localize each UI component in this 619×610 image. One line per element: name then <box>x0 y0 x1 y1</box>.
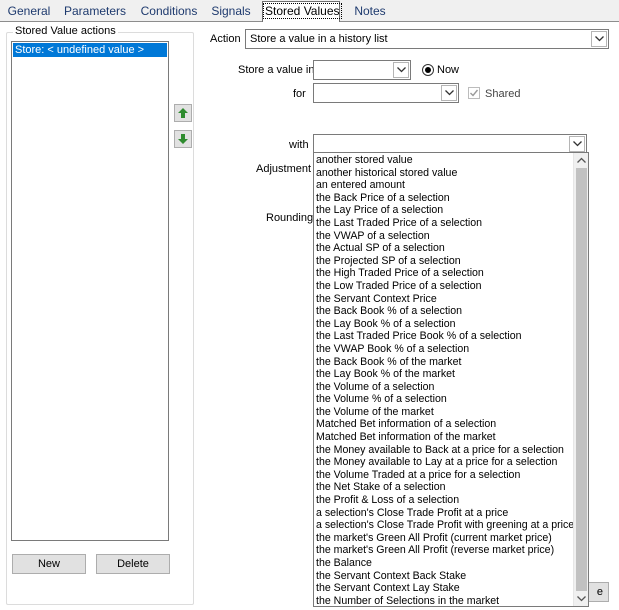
dropdown-option[interactable]: another stored value <box>315 154 574 167</box>
dropdown-option[interactable]: the Lay Book % of a selection <box>315 318 574 331</box>
dropdown-option[interactable]: the Back Book % of the market <box>315 356 574 369</box>
tab-conditions[interactable]: Conditions <box>137 3 201 21</box>
dropdown-option[interactable]: a selection's Close Trade Profit with gr… <box>315 519 574 532</box>
for-label: for <box>293 88 306 100</box>
shared-label: Shared <box>485 88 521 100</box>
stored-value-actions-list[interactable]: Store: < undefined value > <box>11 41 169 541</box>
tab-stored-values[interactable]: Stored Values <box>262 1 342 22</box>
with-options-dropdown[interactable]: another stored value another historical s… <box>313 152 589 607</box>
dropdown-option[interactable]: the Money available to Back at a price f… <box>315 444 574 457</box>
dropdown-option[interactable]: the Lay Book % of the market <box>315 368 574 381</box>
dropdown-option[interactable]: an entered amount <box>315 179 574 192</box>
dropdown-option[interactable]: the Low Traded Price of a selection <box>315 280 574 293</box>
adjustment-label: Adjustment <box>256 163 312 175</box>
arrow-down-icon <box>178 134 188 144</box>
rounding-label: Rounding <box>266 212 314 224</box>
dropdown-option[interactable]: the market's Green All Profit (current m… <box>315 532 574 545</box>
dropdown-option[interactable]: the Volume Traded at a price for a selec… <box>315 469 574 482</box>
dropdown-option[interactable]: the Lay Price of a selection <box>315 204 574 217</box>
dropdown-scrollbar[interactable] <box>573 153 588 606</box>
dropdown-option[interactable]: the market's Green All Profit (reverse m… <box>315 544 574 557</box>
scroll-down-icon[interactable] <box>577 594 586 603</box>
group-title: Stored Value actions <box>13 25 118 37</box>
tab-general[interactable]: General <box>3 3 55 21</box>
dropdown-option[interactable]: the Servant Context Back Stake <box>315 570 574 583</box>
chevron-down-icon[interactable] <box>569 136 585 152</box>
now-radio[interactable] <box>422 64 434 76</box>
now-label: Now <box>437 64 460 76</box>
chevron-down-icon[interactable] <box>441 85 457 101</box>
dropdown-option[interactable]: the Volume % of a selection <box>315 393 574 406</box>
move-down-button[interactable] <box>174 130 192 148</box>
dropdown-option[interactable]: the Volume of the market <box>315 406 574 419</box>
dropdown-option[interactable]: the Volume of a selection <box>315 381 574 394</box>
arrow-up-icon <box>178 108 188 118</box>
dropdown-option[interactable]: the Back Book % of a selection <box>315 305 574 318</box>
chevron-down-icon[interactable] <box>393 62 409 78</box>
store-in-select[interactable] <box>313 60 411 80</box>
dropdown-option[interactable]: Matched Bet information of a selection <box>315 418 574 431</box>
dropdown-option[interactable]: the VWAP of a selection <box>315 230 574 243</box>
scroll-up-icon[interactable] <box>577 156 586 165</box>
tab-bar: General Parameters Conditions Signals St… <box>0 0 619 22</box>
new-button[interactable]: New <box>12 554 86 574</box>
scroll-thumb[interactable] <box>576 168 587 591</box>
dropdown-option[interactable]: the Projected SP of a selection <box>315 255 574 268</box>
with-select[interactable] <box>313 134 587 154</box>
dropdown-option[interactable]: the Back Price of a selection <box>315 192 574 205</box>
store-in-label: Store a value in <box>238 64 315 76</box>
action-select[interactable]: Store a value in a history list <box>245 29 609 49</box>
shared-checkbox[interactable] <box>468 87 480 99</box>
dropdown-option[interactable]: the Last Traded Price of a selection <box>315 217 574 230</box>
dropdown-option[interactable]: the Balance <box>315 557 574 570</box>
dropdown-option[interactable]: the Servant Context Lay Stake <box>315 582 574 595</box>
dropdown-option[interactable]: Matched Bet information of the market <box>315 431 574 444</box>
dropdown-option[interactable]: the Profit & Loss of a selection <box>315 494 574 507</box>
dropdown-option[interactable]: a selection's Close Trade Profit at a pr… <box>315 507 574 520</box>
tab-signals[interactable]: Signals <box>207 3 255 21</box>
chevron-down-icon[interactable] <box>591 31 607 47</box>
tab-parameters[interactable]: Parameters <box>62 3 128 21</box>
with-options-list: another stored value another historical s… <box>315 154 574 607</box>
dropdown-option[interactable]: another historical stored value <box>315 167 574 180</box>
tab-notes[interactable]: Notes <box>348 3 392 21</box>
tab-stored-values-label: Stored Values <box>263 3 342 19</box>
checkmark-icon <box>470 89 479 97</box>
delete-button[interactable]: Delete <box>96 554 170 574</box>
for-select[interactable] <box>313 83 459 103</box>
dropdown-option[interactable]: the Last Traded Price Book % of a select… <box>315 330 574 343</box>
list-item[interactable]: Store: < undefined value > <box>13 43 167 57</box>
with-label: with <box>289 139 309 151</box>
action-label: Action <box>210 33 241 45</box>
dropdown-option[interactable]: the Net Stake of a selection <box>315 481 574 494</box>
dropdown-option[interactable]: the VWAP Book % of a selection <box>315 343 574 356</box>
dropdown-option[interactable]: the Number of Selections in the market <box>315 595 574 608</box>
dropdown-option[interactable]: the Money available to Lay at a price fo… <box>315 456 574 469</box>
dropdown-option[interactable]: the Actual SP of a selection <box>315 242 574 255</box>
action-select-value: Store a value in a history list <box>250 33 388 45</box>
dropdown-option[interactable]: the High Traded Price of a selection <box>315 267 574 280</box>
dropdown-option[interactable]: the Servant Context Price <box>315 293 574 306</box>
move-up-button[interactable] <box>174 104 192 122</box>
